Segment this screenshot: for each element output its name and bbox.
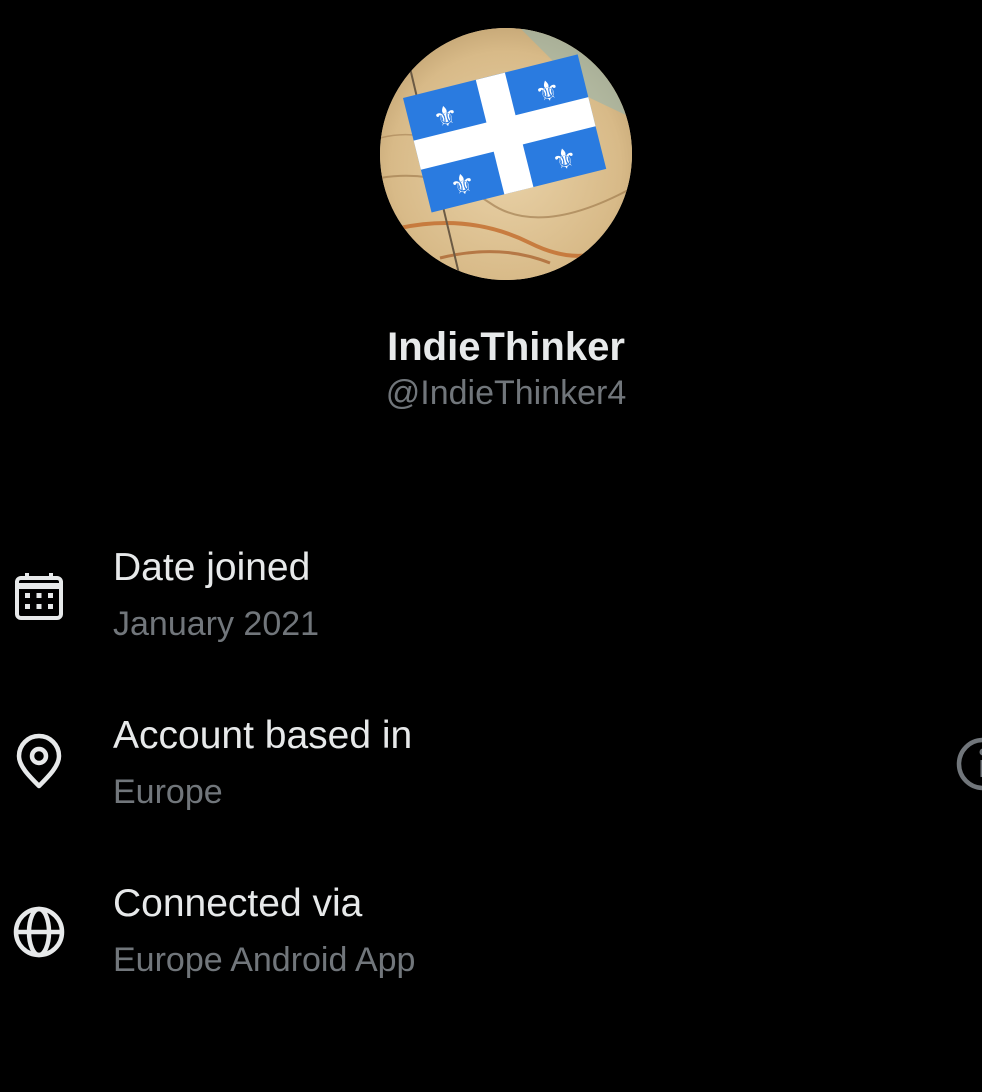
detail-value: Europe bbox=[113, 773, 223, 811]
globe-icon bbox=[10, 903, 68, 961]
info-icon[interactable] bbox=[955, 736, 982, 792]
location-pin-icon bbox=[10, 733, 68, 791]
calendar-icon bbox=[10, 568, 68, 626]
detail-row-connected-via: Connected via Europe Android App bbox=[0, 879, 982, 999]
detail-row-account-based-in: Account based in Europe bbox=[0, 711, 982, 831]
detail-row-date-joined: Date joined January 2021 bbox=[0, 543, 982, 663]
profile-about-screen: ⚜ ⚜ ⚜ ⚜ IndieThinker @IndieThinker4 Date… bbox=[0, 0, 982, 1092]
detail-value: Europe Android App bbox=[113, 941, 416, 979]
detail-label: Date joined bbox=[113, 546, 311, 589]
display-name: IndieThinker bbox=[387, 325, 625, 369]
detail-value: January 2021 bbox=[113, 605, 320, 643]
detail-label: Account based in bbox=[113, 714, 413, 757]
detail-label: Connected via bbox=[113, 882, 363, 925]
username-handle: @IndieThinker4 bbox=[385, 374, 627, 412]
avatar[interactable]: ⚜ ⚜ ⚜ ⚜ bbox=[380, 28, 632, 280]
avatar-image: ⚜ ⚜ ⚜ ⚜ bbox=[380, 28, 632, 280]
